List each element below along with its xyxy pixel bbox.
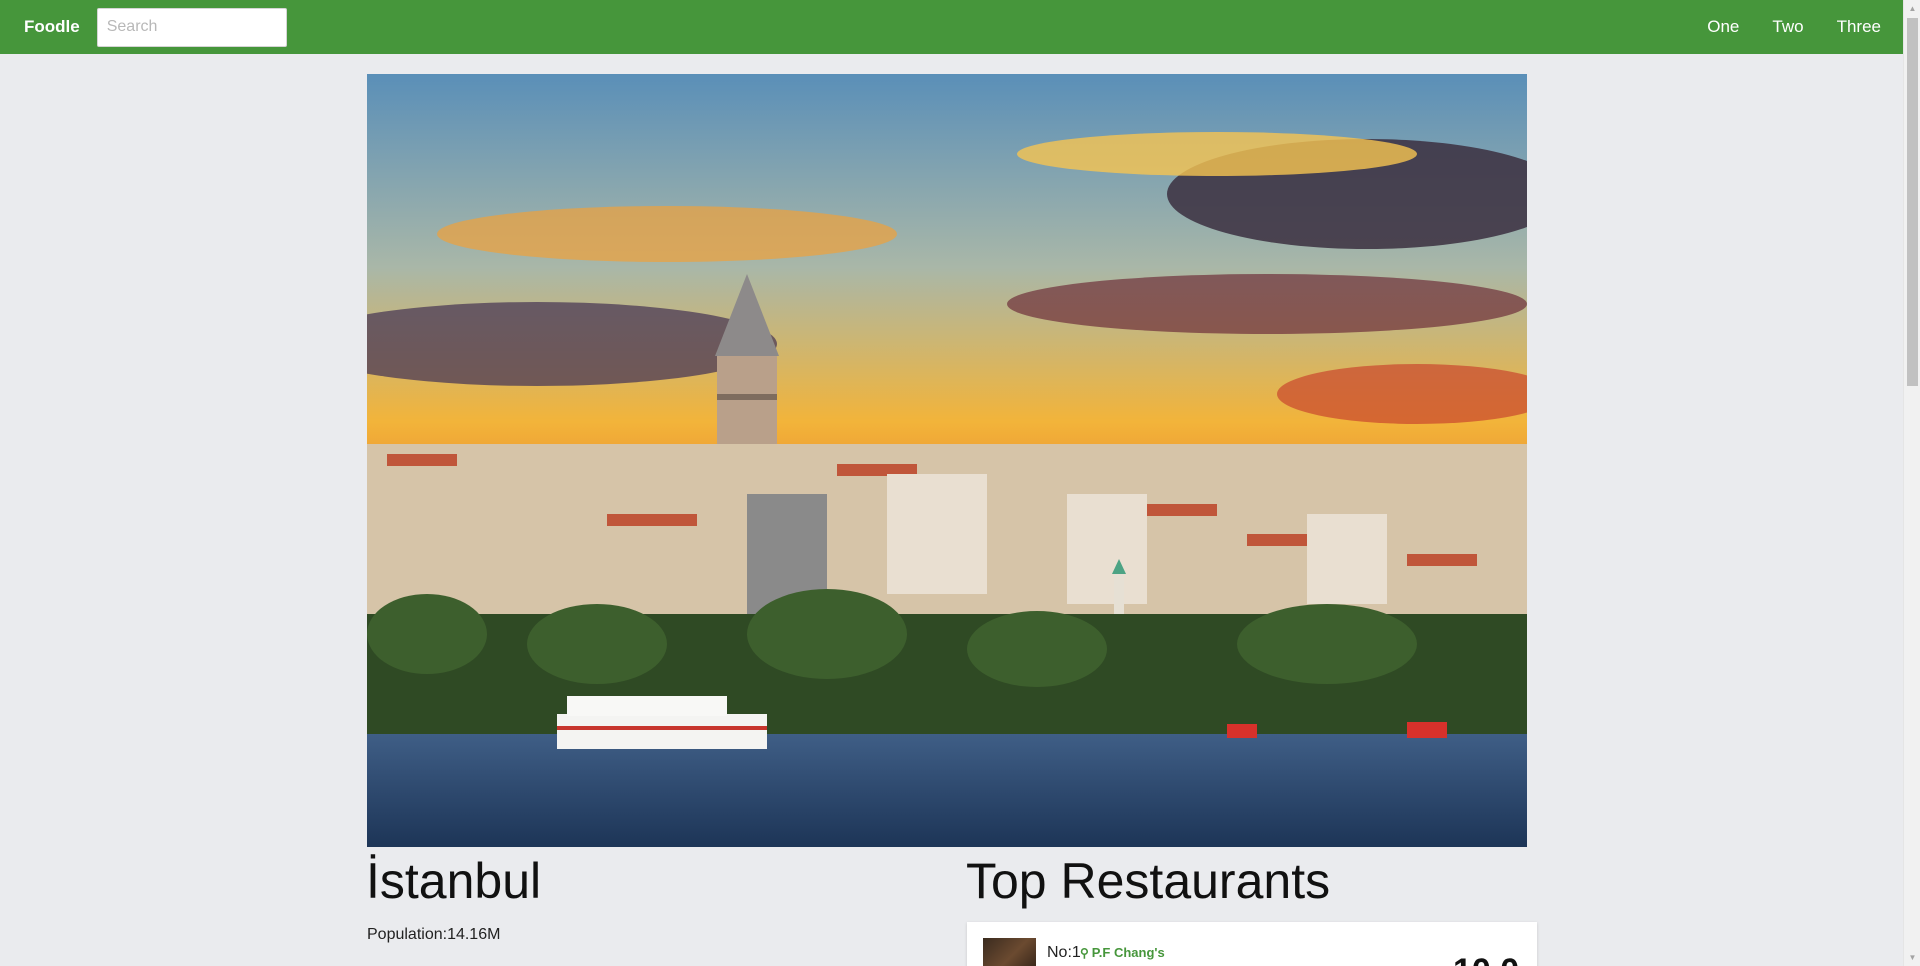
population-label: Population:14.16M (367, 926, 501, 943)
nav-link-two[interactable]: Two (1772, 17, 1803, 37)
restaurant-card[interactable]: No:1 ⚲P.F Chang's 10.0 (967, 922, 1537, 966)
search-input[interactable] (96, 7, 287, 47)
map-pin-icon: ⚲ (1080, 946, 1089, 960)
restaurant-rank: No:1 (1047, 944, 1081, 961)
top-restaurants-title: Top Restaurants (966, 853, 1331, 909)
nav-link-three[interactable]: Three (1837, 17, 1881, 37)
page-scrollbar[interactable]: ▲ ▼ (1903, 0, 1920, 966)
brand-logo[interactable]: Foodle (24, 17, 80, 37)
nav-links: One Two Three (1674, 17, 1881, 37)
navbar: Foodle One Two Three (0, 0, 1903, 54)
scroll-down-arrow-icon[interactable]: ▼ (1904, 949, 1920, 966)
city-hero-image (367, 74, 1527, 847)
restaurant-thumbnail (983, 938, 1036, 966)
city-skyline-illustration (367, 74, 1527, 847)
city-title: İstanbul (366, 853, 542, 909)
scrollbar-thumb[interactable] (1907, 18, 1918, 386)
restaurant-link[interactable]: ⚲ P.F Chang's (1080, 945, 1165, 960)
restaurant-name: P.F Chang's (1091, 945, 1165, 960)
restaurant-score: 10.0 (1453, 952, 1519, 966)
scroll-up-arrow-icon[interactable]: ▲ (1904, 0, 1920, 17)
nav-link-one[interactable]: One (1707, 17, 1739, 37)
